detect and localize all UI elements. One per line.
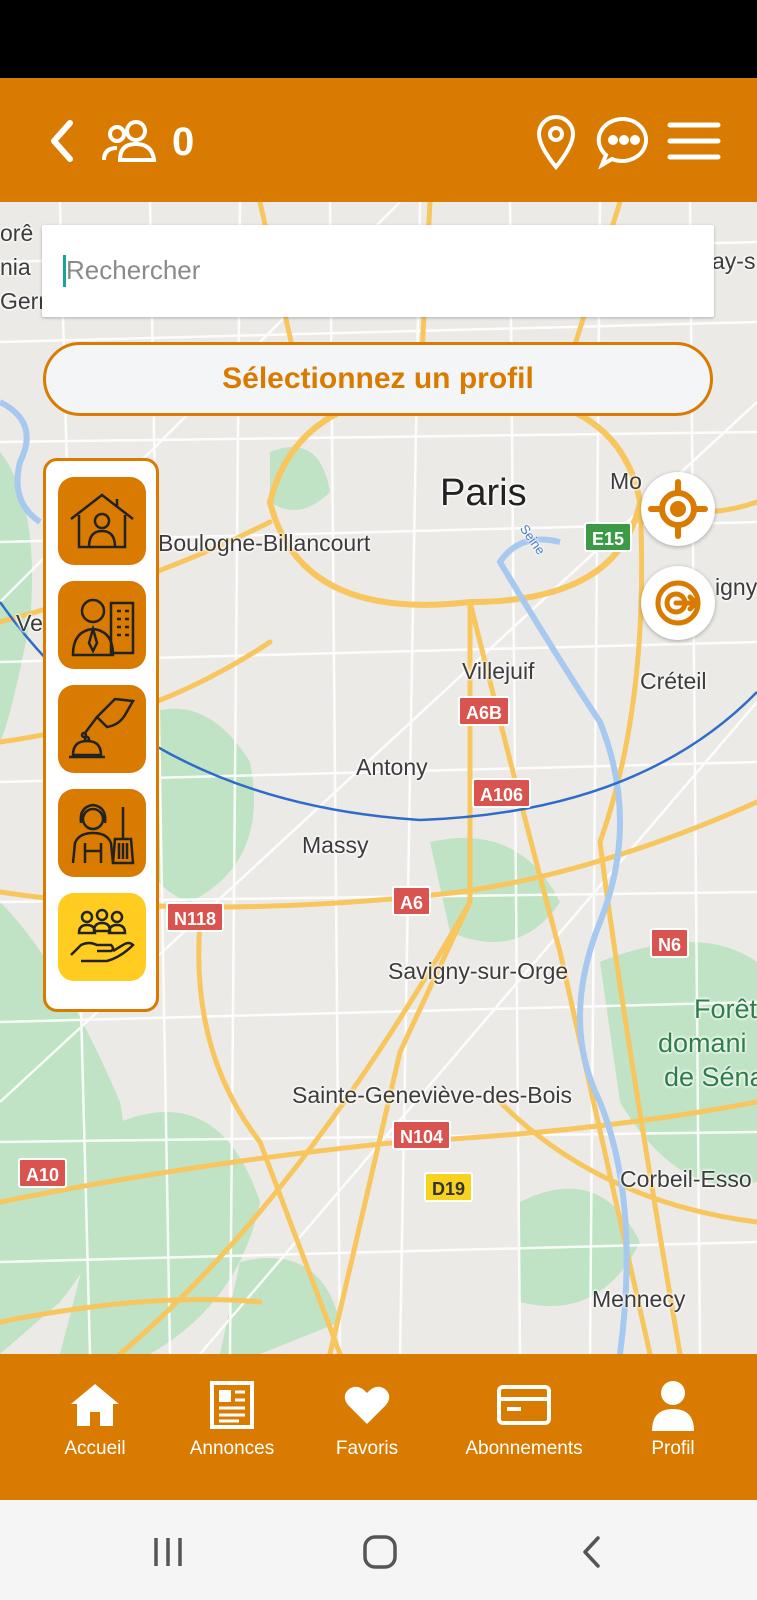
category-house-person-button[interactable]: [58, 477, 146, 565]
road-badge: A106: [472, 778, 532, 808]
map-pin-icon[interactable]: [530, 112, 582, 172]
map-label: Corbeil-Esso: [620, 1166, 752, 1192]
hamburger-menu-icon[interactable]: [666, 118, 722, 164]
system-back-icon[interactable]: [570, 1530, 614, 1574]
map-label: Mo: [610, 468, 642, 494]
heart-icon: [343, 1380, 391, 1430]
map-label: Antony: [356, 754, 428, 780]
map-label: Forêt: [694, 994, 757, 1024]
road-badge: E15: [584, 522, 633, 552]
system-home-icon[interactable]: [358, 1530, 402, 1574]
nav-accueil[interactable]: Accueil: [50, 1354, 140, 1500]
search-bar: [42, 225, 714, 317]
nav-annonces[interactable]: Annonces: [180, 1354, 284, 1500]
map-label: Sainte-Geneviève-des-Bois: [292, 1082, 572, 1108]
nav-label: Annonces: [189, 1438, 275, 1459]
nav-label: Accueil: [64, 1438, 126, 1459]
back-icon[interactable]: [42, 116, 82, 166]
map-label: Savigny-sur-Orge: [388, 958, 569, 984]
road-badge: A10: [18, 1158, 68, 1188]
category-businessman-button[interactable]: [58, 581, 146, 669]
status-bar: [0, 0, 757, 78]
person-icon: [650, 1380, 696, 1431]
crosshair-target-icon: [648, 479, 708, 539]
map-label: igny: [715, 574, 757, 600]
route-navigation-button[interactable]: [641, 566, 715, 640]
select-profile-button[interactable]: Sélectionnez un profil: [43, 342, 713, 416]
category-cleaner-button[interactable]: [58, 789, 146, 877]
credit-card-icon: [497, 1380, 551, 1430]
category-community-button[interactable]: [58, 893, 146, 981]
map-label-paris: Paris: [440, 472, 527, 514]
app-header: 0: [0, 78, 757, 202]
road-badge: D19: [424, 1172, 474, 1202]
nav-label: Abonnements: [465, 1438, 583, 1459]
road-badge: N6: [650, 928, 690, 958]
map-label: Mennecy: [592, 1286, 686, 1312]
chat-bubble-icon[interactable]: [594, 112, 654, 172]
home-icon: [69, 1380, 121, 1430]
select-profile-label: Sélectionnez un profil: [222, 362, 534, 395]
road-badge: A6B: [458, 696, 511, 726]
users-icon[interactable]: [98, 116, 162, 166]
house-person-icon: [70, 493, 134, 549]
map-label: Boulogne-Billancourt: [158, 530, 371, 556]
newspaper-icon: [209, 1380, 255, 1430]
bottom-navigation: Accueil Annonces Favoris Abonnements Pro…: [0, 1354, 757, 1500]
nav-label: Profil: [651, 1438, 695, 1459]
road-badge: N118: [166, 902, 225, 932]
hand-bell-service-icon: [69, 697, 136, 759]
locate-me-button[interactable]: [641, 472, 715, 546]
nav-label: Favoris: [335, 1438, 399, 1459]
map-label: Massy: [302, 832, 369, 858]
community-hand-icon: [70, 908, 135, 963]
road-badge: A6: [392, 886, 432, 916]
map-label: Créteil: [640, 668, 707, 694]
cleaner-icon: [71, 803, 135, 865]
map-label: orê: [0, 220, 34, 246]
users-count: 0: [172, 120, 195, 164]
nav-abonnements[interactable]: Abonnements: [452, 1354, 596, 1500]
search-input[interactable]: [62, 247, 692, 293]
navigation-arrow-icon: [655, 580, 701, 626]
system-navigation-bar: [0, 1500, 757, 1600]
businessman-icon: [71, 598, 135, 657]
category-service-bell-button[interactable]: [58, 685, 146, 773]
nav-favoris[interactable]: Favoris: [322, 1354, 412, 1500]
nav-profil[interactable]: Profil: [636, 1354, 710, 1500]
map-label: Ve: [16, 610, 43, 636]
profile-category-panel: [43, 458, 159, 1012]
recent-apps-icon[interactable]: [146, 1530, 190, 1574]
map-label: ay-s: [712, 248, 756, 274]
map-label: domani: [658, 1028, 747, 1058]
map-label: Villejuif: [462, 658, 535, 684]
map-label: de Séna: [664, 1062, 757, 1092]
map-label: nia: [0, 254, 31, 280]
road-badge: N104: [392, 1120, 452, 1150]
